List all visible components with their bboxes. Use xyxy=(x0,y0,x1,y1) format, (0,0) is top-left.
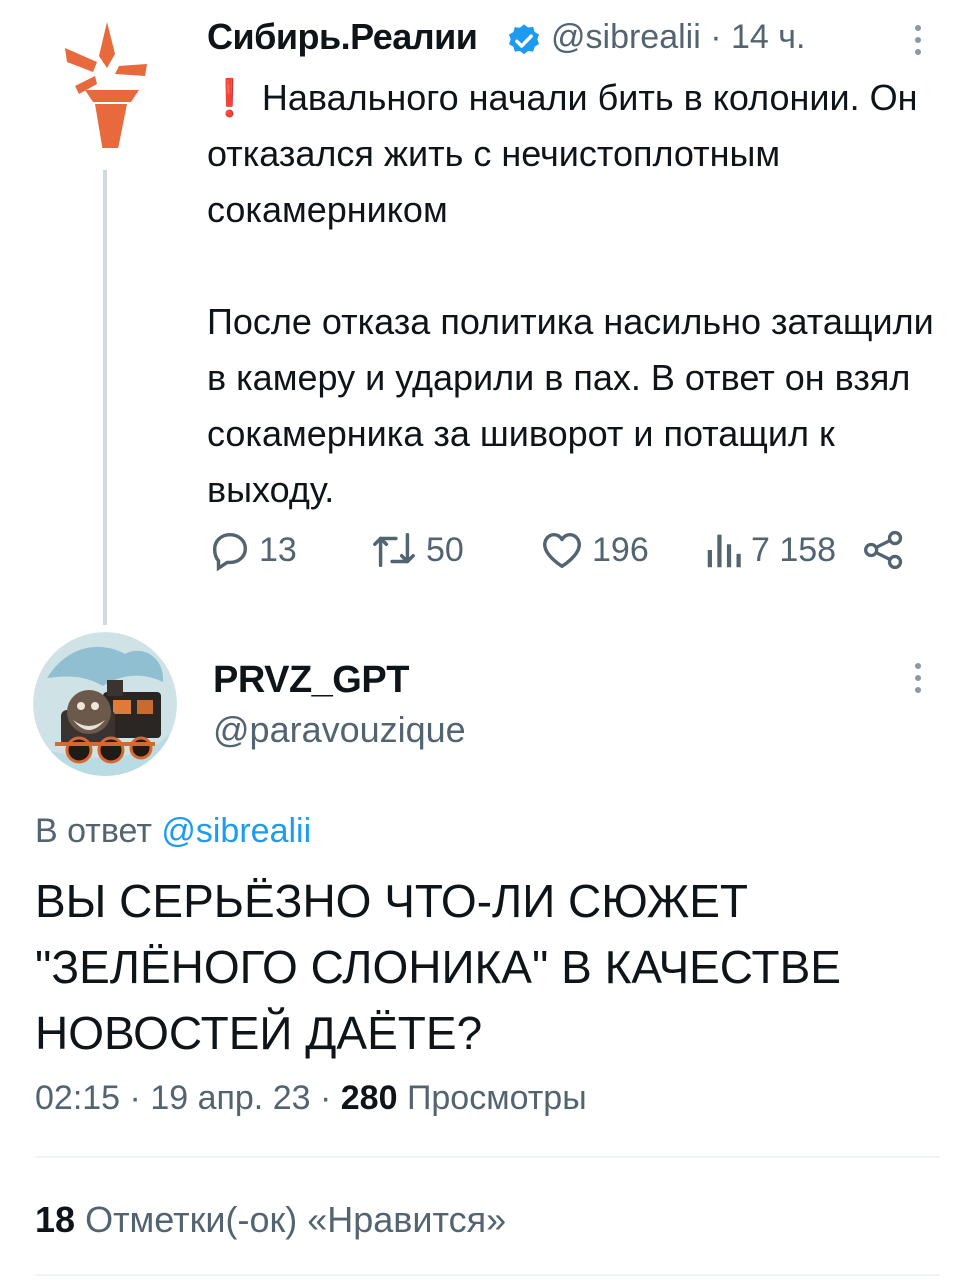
reply-time[interactable]: 02:15 xyxy=(35,1079,120,1117)
tweet-handle-time: @sibrealii · 14 ч. xyxy=(551,18,806,56)
sibrealii-avatar[interactable] xyxy=(35,8,175,164)
likes-count: 18 xyxy=(35,1199,76,1240)
more-icon[interactable] xyxy=(906,660,930,696)
reply-mention-link[interactable]: @sibrealii xyxy=(161,812,311,850)
share-icon xyxy=(864,530,903,570)
share-button[interactable] xyxy=(862,527,906,573)
heart-icon xyxy=(543,532,581,569)
retweet-button[interactable]: 50 xyxy=(368,527,464,573)
tweet-time[interactable]: 14 ч. xyxy=(731,18,805,56)
torch-logo-icon xyxy=(65,22,147,164)
like-count: 196 xyxy=(592,530,649,569)
views-count: 7 158 xyxy=(751,530,837,569)
prvz-avatar[interactable] xyxy=(33,632,177,776)
reply-handle[interactable]: @paravouzique xyxy=(213,709,466,751)
reply-icon xyxy=(212,532,248,572)
verified-badge-icon xyxy=(505,22,543,60)
retweet-count: 50 xyxy=(426,530,464,569)
tweet-actions: 13 50 196 7 158 xyxy=(0,527,973,577)
tweet-text: ❗ Навального начали бить в колонии. Он о… xyxy=(207,77,934,510)
views-icon xyxy=(707,534,741,568)
reply-author-name[interactable]: PRVZ_GPT xyxy=(213,659,409,702)
locomotive-avatar-icon xyxy=(33,632,177,776)
views-button[interactable]: 7 158 xyxy=(705,527,836,573)
reply-date[interactable]: 19 апр. 23 xyxy=(150,1079,310,1117)
tweet-author-name[interactable]: Сибирь.Реалии xyxy=(207,16,478,58)
divider xyxy=(35,1156,940,1158)
reply-views-label: Просмотры xyxy=(406,1079,587,1117)
like-button[interactable]: 196 xyxy=(538,527,649,573)
reply-views-count: 280 xyxy=(340,1079,398,1117)
retweet-icon xyxy=(373,532,415,568)
likes-summary[interactable]: 18 Отметки(-ок) «Нравится» xyxy=(35,1199,506,1241)
reply-count: 13 xyxy=(259,530,297,569)
tweet-handle[interactable]: @sibrealii xyxy=(551,18,701,56)
reply-context: В ответ @sibrealii xyxy=(35,812,311,851)
reply-prefix: В ответ xyxy=(35,812,152,850)
reply-meta: 02:15 · 19 апр. 23 · 280 Просмотры xyxy=(35,1079,587,1117)
divider xyxy=(35,1274,940,1276)
likes-label: Отметки(-ок) «Нравится» xyxy=(85,1199,507,1240)
more-icon[interactable] xyxy=(906,22,930,58)
reply-text: ВЫ СЕРЬЁЗНО ЧТО-ЛИ СЮЖЕТ "ЗЕЛЁНОГО СЛОНИ… xyxy=(35,875,841,1059)
reply-button[interactable]: 13 xyxy=(207,527,297,573)
